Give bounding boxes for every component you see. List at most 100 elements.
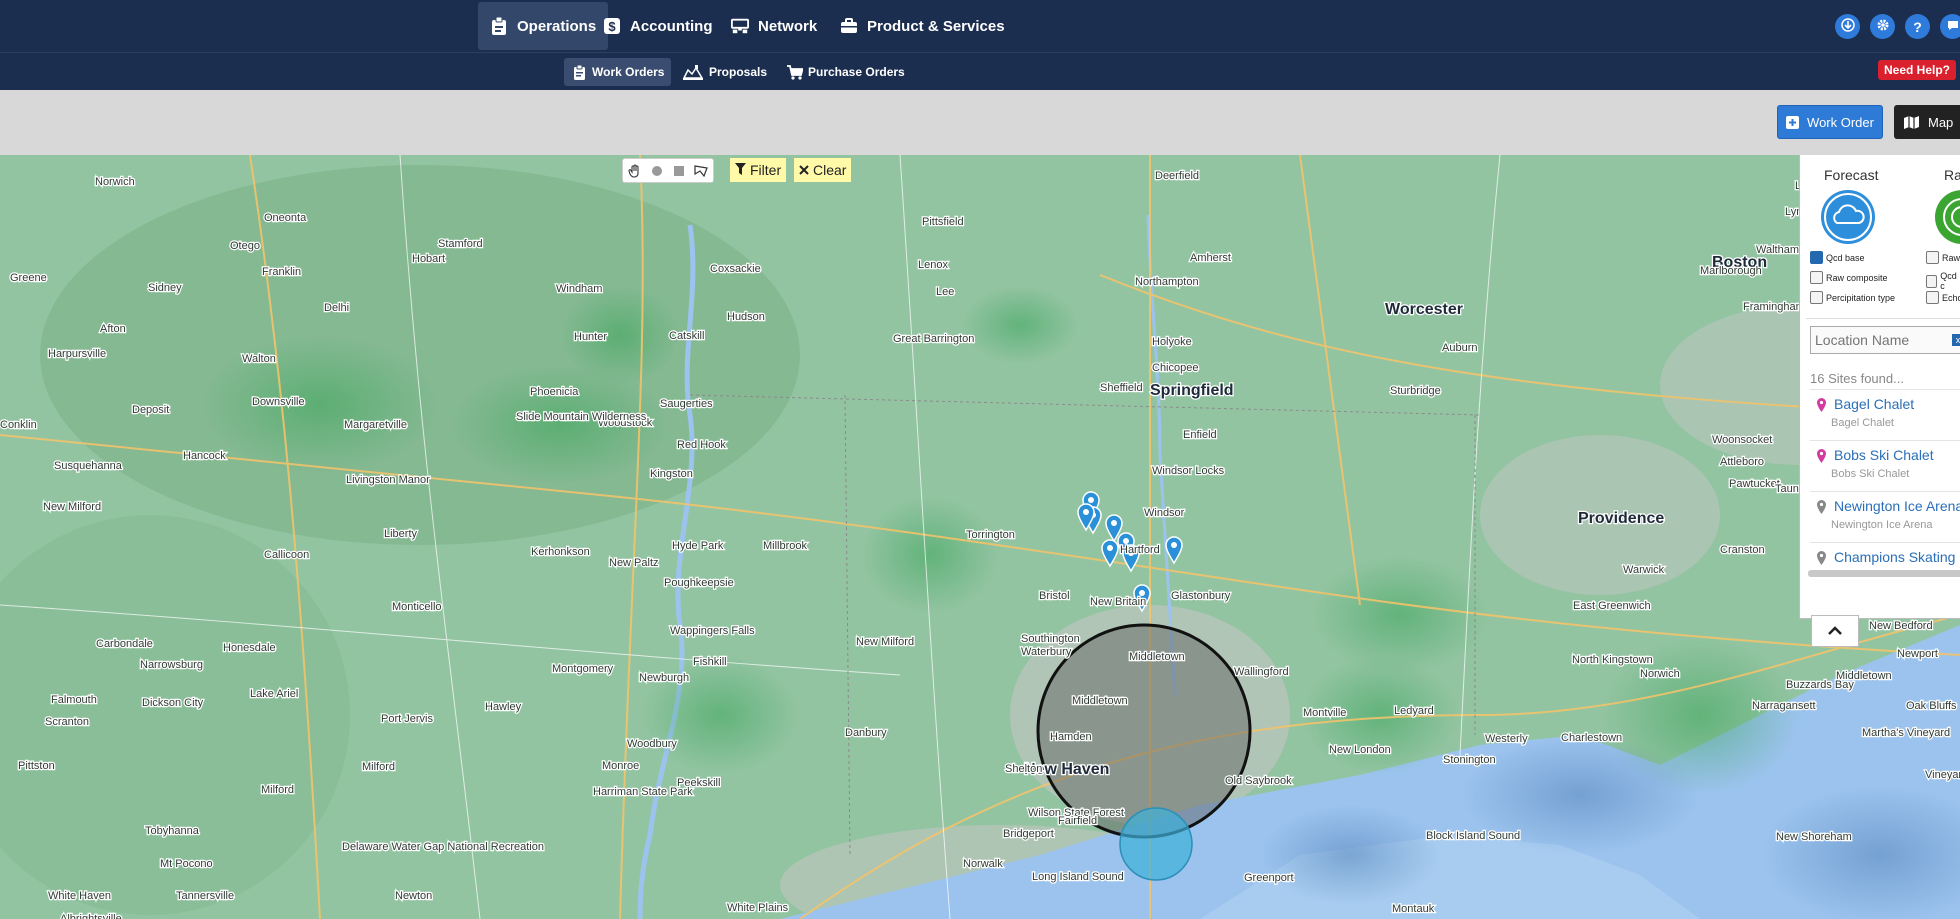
site-name-link[interactable]: Newington Ice Arena xyxy=(1834,498,1960,514)
site-name-link[interactable]: Bagel Chalet xyxy=(1834,396,1914,412)
map-place-label: New Shoreham xyxy=(1776,831,1852,843)
map-place-label: Ledyard xyxy=(1394,705,1434,717)
layer-checkbox[interactable] xyxy=(1810,271,1823,284)
plus-square-icon xyxy=(1786,115,1800,129)
map-place-label: Dickson City xyxy=(142,697,204,709)
map-place-label: Providence xyxy=(1578,510,1664,527)
layer-qcd-base[interactable]: Qcd base xyxy=(1810,251,1865,264)
map-place-label: Walton xyxy=(242,353,276,365)
forecast-cloud-icon[interactable] xyxy=(1820,189,1876,250)
download-button[interactable] xyxy=(1835,14,1860,39)
site-name-link[interactable]: Bobs Ski Chalet xyxy=(1834,447,1934,463)
map-place-label: Pittsfield xyxy=(922,216,964,228)
nav-accounting[interactable]: $ Accounting xyxy=(591,2,725,50)
subnav-work-orders[interactable]: Work Orders xyxy=(564,58,672,86)
nav-product-services[interactable]: Product & Services xyxy=(828,2,1017,50)
site-name-link[interactable]: Champions Skating xyxy=(1834,549,1955,565)
site-list-item[interactable]: Bagel Chalet Bagel Chalet xyxy=(1810,389,1960,440)
layer-checkbox[interactable] xyxy=(1810,251,1823,264)
map-place-label: Catskill xyxy=(669,330,704,342)
site-list-item[interactable]: Newington Ice Arena Newington Ice Arena xyxy=(1810,491,1960,542)
map-place-label: Old Saybrook xyxy=(1225,775,1292,787)
map-place-label: Phoenicia xyxy=(530,386,579,398)
dollar-icon: $ xyxy=(603,17,621,35)
map-place-label: Montgomery xyxy=(552,663,614,675)
layer-echo[interactable]: Echo xyxy=(1926,291,1960,304)
map-place-label: Martha's Vineyard xyxy=(1862,727,1950,739)
map-place-label: Fairfield xyxy=(1058,815,1097,827)
subnav-purchase-orders[interactable]: Purchase Orders xyxy=(780,58,912,86)
layer-raw[interactable]: Raw xyxy=(1926,251,1960,264)
map-place-label: Chicopee xyxy=(1152,362,1198,374)
map-place-label: New Britain xyxy=(1090,596,1146,608)
pan-hand-icon[interactable] xyxy=(627,163,643,179)
layer-checkbox[interactable] xyxy=(1810,291,1823,304)
layer-checkbox[interactable] xyxy=(1926,274,1938,288)
site-map-marker-dot xyxy=(1088,497,1094,503)
site-list-scrollbar[interactable] xyxy=(1808,570,1960,577)
gear-icon xyxy=(1876,18,1890,35)
clear-button[interactable]: Clear xyxy=(794,158,852,182)
layer-raw-composite[interactable]: Raw composite xyxy=(1810,271,1888,284)
chevron-up-icon xyxy=(1828,622,1842,640)
nav-operations[interactable]: Operations xyxy=(478,2,609,50)
help-button[interactable]: ? xyxy=(1905,14,1930,39)
map-place-label: Milford xyxy=(261,784,294,796)
map-canvas[interactable]: NorwichDeerfieldLeominsterOneontaOtegoSt… xyxy=(0,155,1960,919)
map-place-label: New Bedford xyxy=(1869,620,1933,632)
map-place-label: Saugerties xyxy=(660,398,713,410)
polygon-draw-icon[interactable] xyxy=(693,163,709,179)
layer-qcd-composite[interactable]: Qcd c xyxy=(1926,271,1960,291)
map-place-label: Delhi xyxy=(324,302,349,314)
site-map-marker-dot xyxy=(1107,545,1113,551)
radar-tab[interactable]: Ra xyxy=(1944,167,1960,183)
layer-checkbox[interactable] xyxy=(1926,291,1939,304)
map-place-label: Stonington xyxy=(1443,754,1496,766)
new-work-order-button[interactable]: Work Order xyxy=(1777,105,1883,139)
map-place-label: Sidney xyxy=(148,282,182,294)
map-place-label: Southington xyxy=(1021,633,1080,645)
clear-location-button[interactable]: x xyxy=(1952,334,1960,346)
site-subtitle: Bagel Chalet xyxy=(1831,417,1894,429)
layer-checkbox[interactable] xyxy=(1926,251,1939,264)
radar-icon[interactable] xyxy=(1934,189,1960,250)
map-place-label: Honesdale xyxy=(223,642,276,654)
map-place-label: Shelton xyxy=(1005,763,1042,775)
briefcase-icon xyxy=(840,17,858,35)
map-place-label: Scranton xyxy=(45,716,89,728)
map-place-label: New Milford xyxy=(43,501,101,513)
map-place-label: Holyoke xyxy=(1152,336,1192,348)
layer-label: Echo xyxy=(1942,292,1960,303)
location-name-input[interactable] xyxy=(1810,326,1960,354)
settings-button[interactable] xyxy=(1870,14,1895,39)
layer-precipitation-type[interactable]: Percipitation type xyxy=(1810,291,1895,304)
need-help-button[interactable]: Need Help? xyxy=(1877,60,1956,80)
collapse-panel-button[interactable] xyxy=(1811,615,1859,647)
map-place-label: Pittston xyxy=(18,760,55,772)
subnav-proposals[interactable]: Proposals xyxy=(675,58,774,86)
filter-button[interactable]: Filter xyxy=(730,158,787,182)
map-place-label: Kerhonkson xyxy=(531,546,590,558)
map-place-label: White Plains xyxy=(727,902,789,914)
nav-network[interactable]: Network xyxy=(719,2,829,50)
circle-draw-icon[interactable] xyxy=(649,163,665,179)
forecast-tab[interactable]: Forecast xyxy=(1824,167,1878,183)
chat-button[interactable] xyxy=(1940,14,1960,39)
site-list-item[interactable]: Bobs Ski Chalet Bobs Ski Chalet xyxy=(1810,440,1960,491)
map-place-label: Red Hook xyxy=(677,439,726,451)
map-place-label: Carbondale xyxy=(96,638,153,650)
map-pin-icon xyxy=(1817,449,1826,468)
site-list-item[interactable]: Champions Skating xyxy=(1810,542,1960,593)
map-place-label: Callicoon xyxy=(264,549,309,561)
map-place-label: Sheffield xyxy=(1100,382,1143,394)
map-place-label: Hamden xyxy=(1050,731,1092,743)
site-map-marker-dot xyxy=(1171,542,1177,548)
map-place-label: Bristol xyxy=(1039,590,1070,602)
map-place-label: Harpursville xyxy=(48,348,106,360)
map-place-label: Newton xyxy=(395,890,432,902)
map-view-button[interactable]: Map xyxy=(1894,105,1960,139)
map-place-label: Woonsocket xyxy=(1712,434,1772,446)
map-place-label: Hudson xyxy=(727,311,765,323)
map-place-label: Sturbridge xyxy=(1390,385,1441,397)
rectangle-draw-icon[interactable] xyxy=(671,163,687,179)
